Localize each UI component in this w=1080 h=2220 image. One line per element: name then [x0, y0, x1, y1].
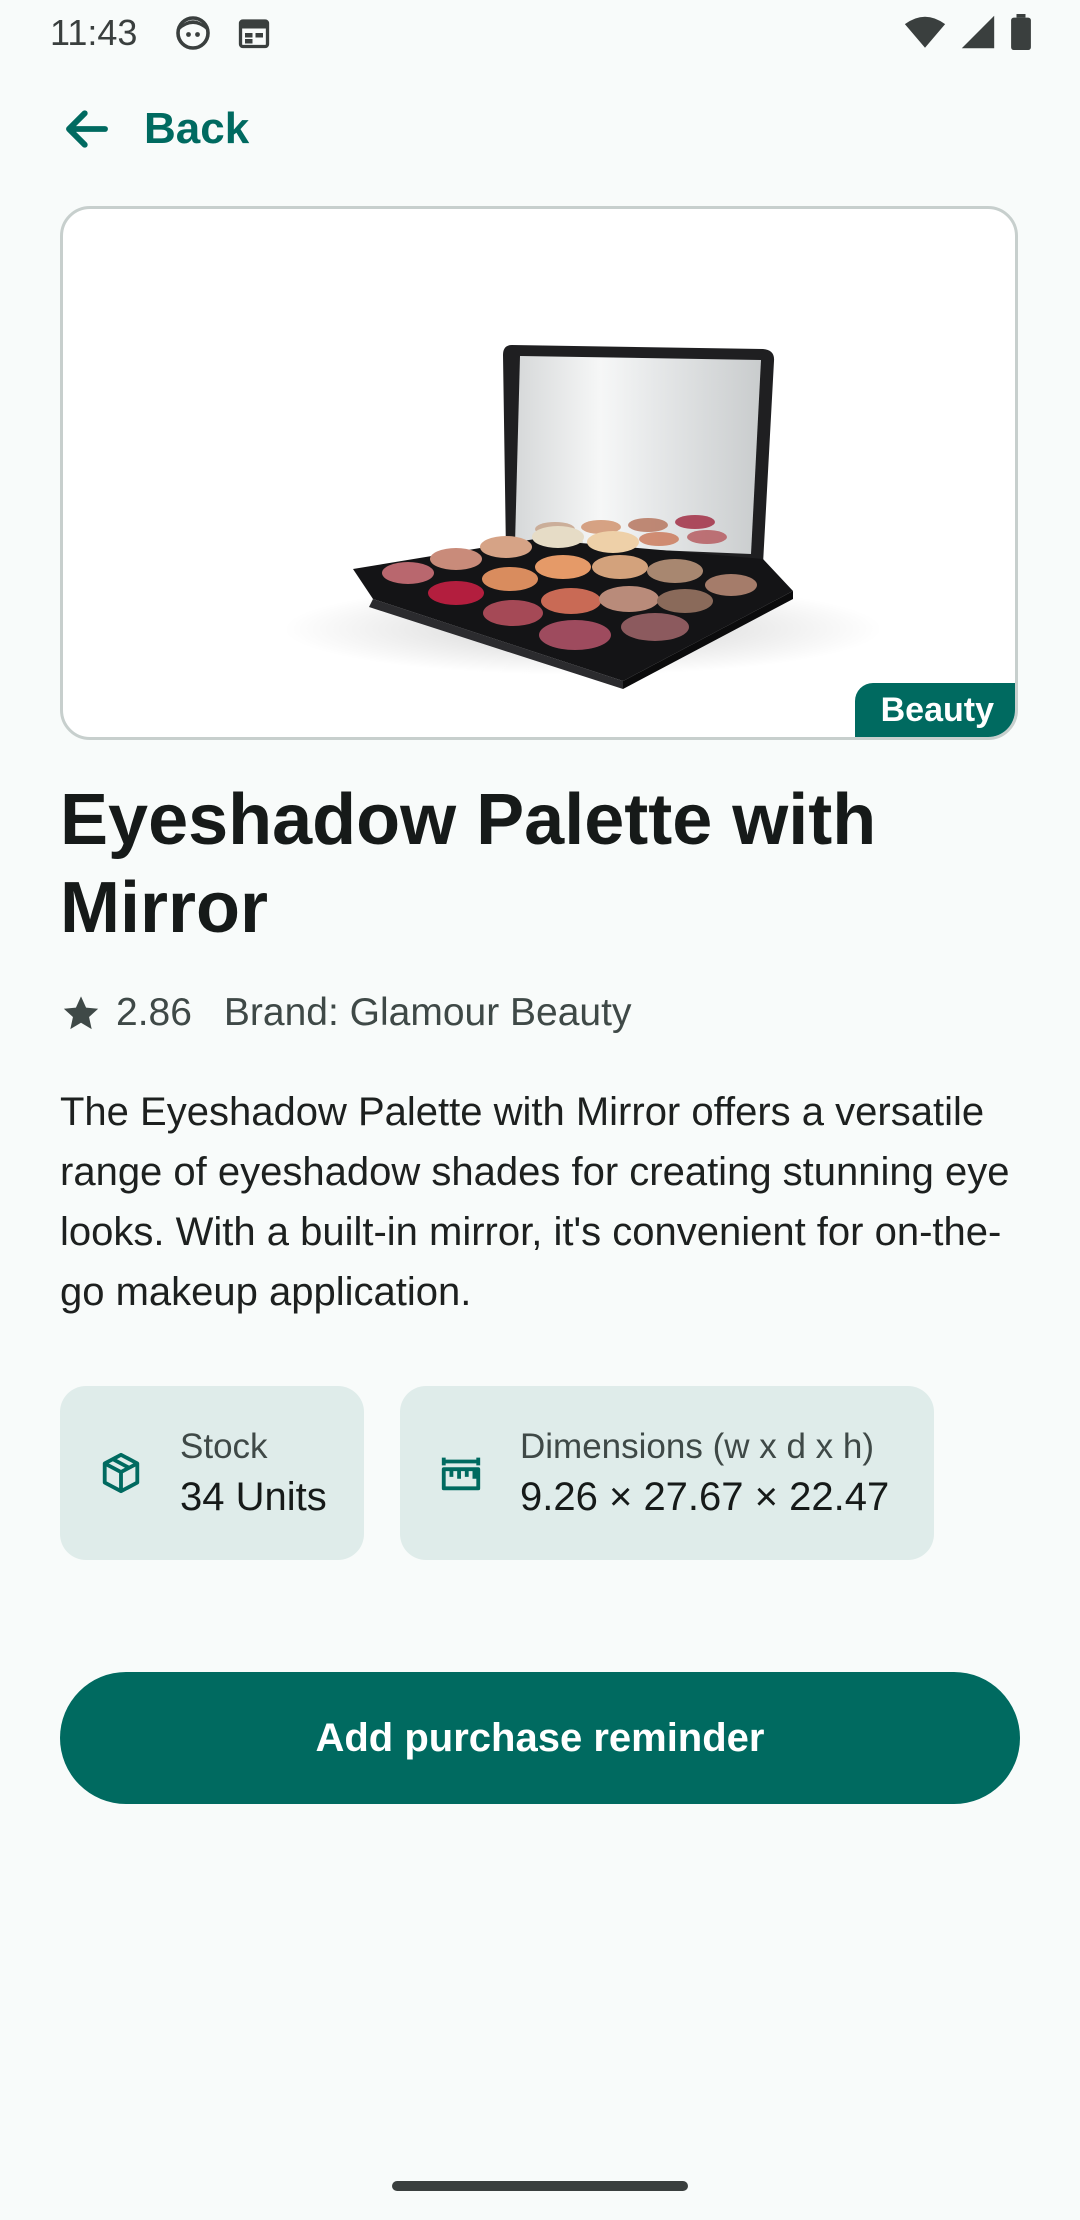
back-button[interactable]: Back	[60, 96, 249, 162]
add-purchase-reminder-button[interactable]: Add purchase reminder	[60, 1672, 1020, 1804]
dimensions-value: 9.26 × 27.67 × 22.47	[520, 1474, 890, 1519]
signal-icon	[961, 15, 995, 49]
dimensions-label: Dimensions (w x d x h)	[520, 1426, 874, 1466]
dimensions-chip: Dimensions (w x d x h) 9.26 × 27.67 × 22…	[400, 1386, 934, 1560]
rating-value: 2.86	[116, 991, 192, 1034]
box-icon	[102, 1452, 140, 1494]
star-icon	[63, 996, 99, 1030]
stock-chip: Stock 34 Units	[60, 1386, 364, 1560]
category-badge: Beauty	[854, 683, 1015, 737]
stock-value: 34 Units	[180, 1474, 327, 1519]
home-indicator[interactable]	[392, 2181, 688, 2191]
stock-label: Stock	[180, 1426, 268, 1466]
product-meta: 2.86 Brand: Glamour Beauty	[60, 988, 631, 1038]
status-bar: 11:43	[0, 0, 1080, 66]
calendar-icon	[236, 15, 272, 56]
wifi-icon	[904, 16, 946, 48]
arrow-left-icon	[66, 110, 108, 148]
brand-text: Brand: Glamour Beauty	[223, 991, 632, 1034]
product-image	[283, 345, 883, 689]
face-icon	[175, 15, 211, 56]
product-title: Eyeshadow Palette with Mirror	[60, 780, 877, 948]
ruler-icon	[441, 1457, 481, 1491]
battery-icon	[1011, 14, 1031, 50]
back-label: Back	[144, 104, 250, 153]
status-time: 11:43	[50, 12, 138, 53]
product-description: The Eyeshadow Palette with Mirror offers…	[60, 1090, 1010, 1314]
product-image-card: Beauty	[60, 206, 1018, 740]
